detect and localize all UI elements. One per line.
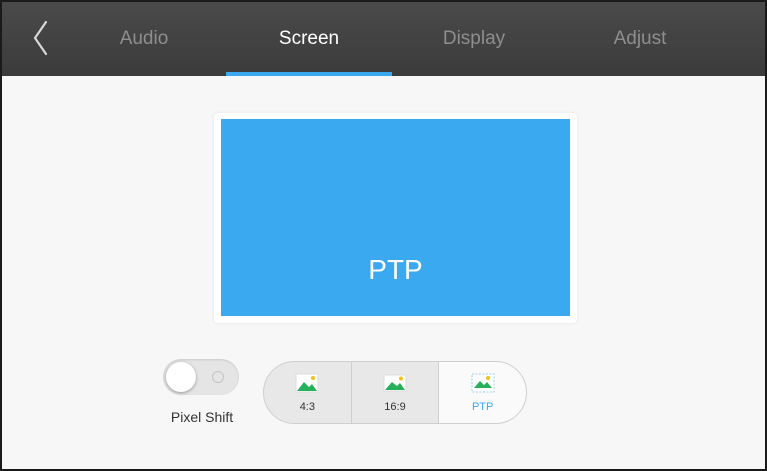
tab-screen[interactable]: Screen <box>226 2 392 76</box>
screen-preview-area: PTP <box>221 119 570 316</box>
active-tab-indicator <box>226 72 392 76</box>
aspect-option-label: 4:3 <box>299 400 315 413</box>
tab-audio-label: Audio <box>119 28 169 49</box>
tab-display-label: Display <box>442 28 506 49</box>
tab-display[interactable]: Display <box>391 2 557 76</box>
tab-adjust-label: Adjust <box>613 28 667 49</box>
pixel-shift-label: Pixel Shift <box>170 409 234 425</box>
back-button[interactable] <box>22 16 62 60</box>
screen-preview: PTP <box>214 113 577 323</box>
toggle-knob <box>166 362 196 392</box>
pixel-shift-toggle[interactable] <box>163 359 239 395</box>
image-icon <box>383 374 407 391</box>
image-icon <box>295 373 319 392</box>
screen-settings-window: Audio Screen Display Adjust PTP Pixel Sh… <box>0 0 767 471</box>
image-ptp-icon <box>471 373 495 392</box>
aspect-option-label: 16:9 <box>384 400 406 413</box>
tab-screen-label: Screen <box>278 28 340 49</box>
aspect-option-label: PTP <box>471 400 494 413</box>
tab-audio[interactable]: Audio <box>61 2 227 76</box>
chevron-left-icon <box>33 20 48 56</box>
aspect-option-4-3[interactable]: 4:3 <box>264 362 351 423</box>
aspect-option-ptp[interactable]: PTP <box>438 362 526 423</box>
aspect-ratio-selector: 4:3 16:9 PTP <box>263 361 527 424</box>
preview-mode-label: PTP <box>368 254 423 285</box>
aspect-option-16-9[interactable]: 16:9 <box>350 362 439 423</box>
tab-adjust[interactable]: Adjust <box>557 2 723 76</box>
toggle-off-indicator-icon <box>212 371 224 383</box>
top-navigation-bar: Audio Screen Display Adjust <box>2 2 765 76</box>
